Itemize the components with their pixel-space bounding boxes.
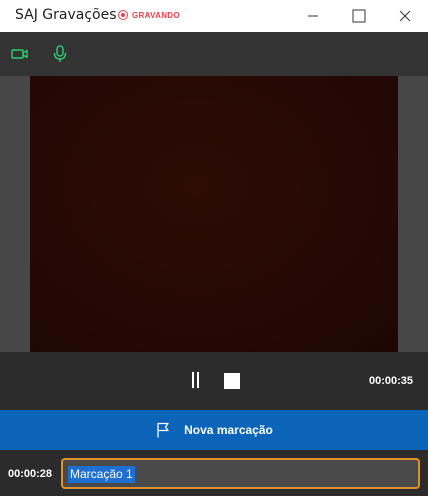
bookmark-name-input[interactable]: Marcação 1 <box>61 458 420 489</box>
new-mark-button[interactable]: Nova marcação <box>0 410 428 450</box>
pause-button[interactable] <box>186 372 204 390</box>
minimize-icon <box>308 15 318 17</box>
bookmark-row: 00:00:28 Marcação 1 <box>0 450 428 496</box>
app-title: SAJ Gravações <box>15 7 117 23</box>
preview-area <box>0 76 428 352</box>
maximize-button[interactable] <box>336 0 382 32</box>
microphone-icon <box>53 45 67 62</box>
title-bar: SAJ Gravações GRAVANDO <box>0 0 428 32</box>
camera-icon <box>11 49 28 59</box>
record-icon <box>118 10 128 20</box>
microphone-toggle-button[interactable] <box>50 44 70 64</box>
close-icon <box>399 10 411 22</box>
minimize-button[interactable] <box>290 0 336 32</box>
bookmark-timestamp: 00:00:28 <box>8 468 53 480</box>
camera-preview <box>30 76 398 352</box>
new-mark-label: Nova marcação <box>184 423 273 437</box>
recording-label: GRAVANDO <box>132 10 180 20</box>
pause-icon-bar <box>196 372 199 388</box>
camera-toggle-button[interactable] <box>10 44 30 64</box>
playback-controls: 00:00:35 <box>0 352 428 410</box>
toolbar <box>0 32 428 76</box>
maximize-icon <box>352 9 366 23</box>
flag-icon <box>155 421 171 439</box>
bookmark-name-value: Marcação 1 <box>68 466 135 483</box>
stop-button[interactable] <box>224 373 240 389</box>
recording-status: GRAVANDO <box>118 10 180 20</box>
close-button[interactable] <box>382 0 428 32</box>
pause-icon-bar <box>191 372 194 388</box>
elapsed-time: 00:00:35 <box>368 375 413 387</box>
